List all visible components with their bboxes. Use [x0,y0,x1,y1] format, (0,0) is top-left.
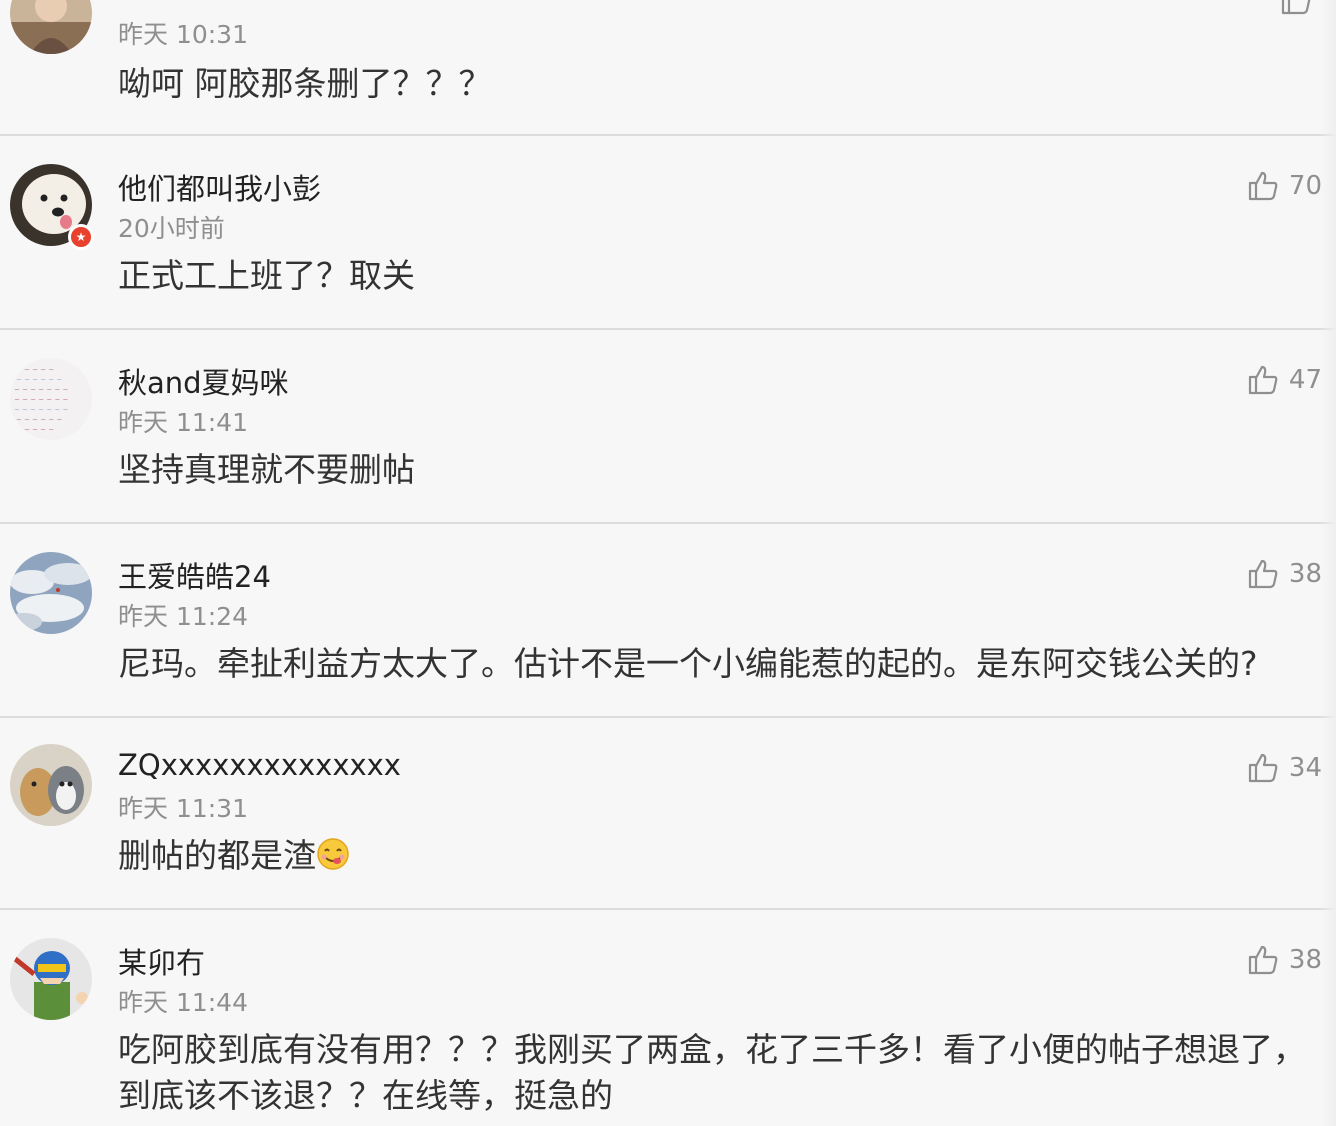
verified-badge-icon: ★ [68,224,94,250]
comment-content: 删帖的都是渣 [118,833,1324,883]
thumbs-up-icon [1247,944,1279,976]
comment-time: 20小时前 [118,214,225,243]
portrait-photo-icon [10,0,92,54]
like-count: 70 [1288,171,1322,201]
yummy-face-emoji-icon [316,837,350,883]
like-button[interactable]: 47 [1247,364,1322,396]
svg-text:~ ~ ~ ~ ~ ~ ~: ~ ~ ~ ~ ~ ~ ~ [14,396,69,404]
comment-time: 昨天 10:31 [118,20,248,49]
comment-time: 昨天 11:41 [118,408,248,437]
comment-content: 吃阿胶到底有没有用？？？我刚买了两盒，花了三千多！看了小便的帖子想退了，到底该不… [118,1030,1306,1115]
comment-content: 尼玛。牵扯利益方太大了。估计不是一个小编能惹的起的。是东阿交钱公关的? [118,644,1258,683]
thumbs-up-icon [1247,558,1279,590]
svg-text:~ ~ ~ ~ ~ ~ ~: ~ ~ ~ ~ ~ ~ ~ [14,406,69,414]
like-count: 34 [1288,753,1322,783]
avatar[interactable]: ~ ~ ~ ~ ~ ~ ~ ~ ~ ~ ~ ~ ~ ~ ~ ~ ~ ~ ~ ~ … [10,358,92,440]
like-button[interactable] [1280,0,1322,16]
comment-time: 昨天 11:31 [118,794,248,823]
dogs-photo-icon [10,744,92,826]
comment-item: ~ ~ ~ ~ ~ ~ ~ ~ ~ ~ ~ ~ ~ ~ ~ ~ ~ ~ ~ ~ … [0,330,1336,524]
comment-item: ★ 他们都叫我小彭 20小时前 正式工上班了？取关 70 [0,136,1336,330]
comment-username[interactable]: ZQxxxxxxxxxxxxxx [118,748,401,782]
like-count: 47 [1288,365,1322,395]
word-cloud-icon: ~ ~ ~ ~ ~ ~ ~ ~ ~ ~ ~ ~ ~ ~ ~ ~ ~ ~ ~ ~ … [10,358,92,440]
svg-text:~ ~ ~ ~: ~ ~ ~ ~ [24,426,54,434]
like-count: 38 [1288,559,1322,589]
avatar[interactable] [10,552,92,634]
comment-item: 昨天 10:31 呦呵 阿胶那条删了？？？ [0,0,1336,136]
comment-content: 坚持真理就不要删帖 [118,450,415,489]
thumbs-up-icon [1280,0,1312,16]
thumbs-up-icon [1247,170,1279,202]
avatar[interactable] [10,0,92,54]
avatar[interactable]: ★ [10,164,94,250]
like-button[interactable]: 34 [1247,752,1322,784]
comment-item: 某卯冇 昨天 11:44 吃阿胶到底有没有用？？？我刚买了两盒，花了三千多！看了… [0,910,1336,1126]
like-button[interactable]: 70 [1247,170,1322,202]
comment-username[interactable]: 某卯冇 [118,940,205,982]
thumbs-up-icon [1247,364,1279,396]
thumbs-up-icon [1247,752,1279,784]
comment-content: 正式工上班了？取关 [118,256,415,295]
comment-text: 删帖的都是渣 [118,836,316,875]
comment-content: 呦呵 阿胶那条删了？？？ [118,64,492,103]
comment-username[interactable]: 王爱皓皓24 [118,554,271,596]
like-button[interactable]: 38 [1247,558,1322,590]
svg-text:~ ~ ~ ~ ~ ~: ~ ~ ~ ~ ~ ~ [16,416,62,424]
sky-clouds-photo-icon [10,552,92,634]
comment-username[interactable]: 他们都叫我小彭 [118,166,321,208]
like-button[interactable]: 38 [1247,944,1322,976]
comment-list: 昨天 10:31 呦呵 阿胶那条删了？？？ ★ 他们都叫我小彭 20小时前 正式… [0,0,1336,1126]
comment-time: 昨天 11:44 [118,988,248,1017]
comment-time: 昨天 11:24 [118,602,248,631]
comment-item: 王爱皓皓24 昨天 11:24 尼玛。牵扯利益方太大了。估计不是一个小编能惹的起… [0,524,1336,718]
avatar[interactable] [10,938,92,1020]
cartoon-hero-icon [10,938,92,1020]
like-count: 38 [1288,945,1322,975]
svg-text:~ ~ ~ ~ ~ ~: ~ ~ ~ ~ ~ ~ [16,376,62,384]
svg-text:~ ~ ~ ~: ~ ~ ~ ~ [24,366,54,374]
comment-username[interactable]: 秋and夏妈咪 [118,360,289,402]
comment-item: ZQxxxxxxxxxxxxxx 昨天 11:31 删帖的都是渣 34 [0,718,1336,910]
avatar[interactable] [10,744,92,826]
svg-text:~ ~ ~ ~ ~ ~ ~: ~ ~ ~ ~ ~ ~ ~ [14,386,69,394]
